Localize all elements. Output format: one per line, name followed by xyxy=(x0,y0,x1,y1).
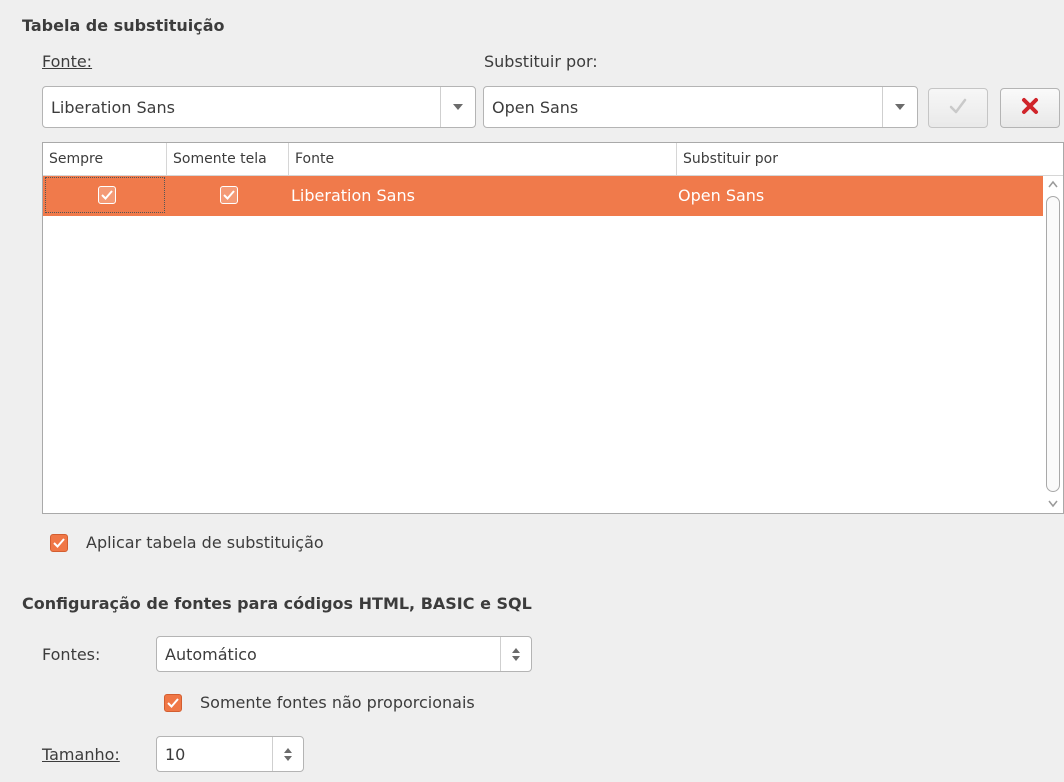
spin-arrows-icon[interactable] xyxy=(272,737,303,771)
size-spinbox-value[interactable]: 10 xyxy=(157,745,272,764)
replace-with-label-text: Substituir por: xyxy=(484,52,598,71)
replacement-table[interactable]: Sempre Somente tela Fonte Substituir por… xyxy=(42,142,1064,514)
scrollbar-thumb[interactable] xyxy=(1046,196,1060,492)
nonproportional-option[interactable]: Somente fontes não proporcionais xyxy=(164,693,475,712)
apply-table-label[interactable]: Aplicar tabela de substituição xyxy=(86,533,324,552)
table-header: Sempre Somente tela Fonte Substituir por xyxy=(43,143,1063,176)
font-label-text: Fonte: xyxy=(42,52,93,71)
table-row[interactable]: Liberation Sans Open Sans xyxy=(43,176,1043,216)
replace-with-combobox-value[interactable]: Open Sans xyxy=(484,98,882,117)
size-spinbox[interactable]: 10 xyxy=(156,736,304,772)
column-header-font[interactable]: Fonte xyxy=(289,143,677,175)
screen-only-checkbox[interactable] xyxy=(220,186,238,204)
font-cell[interactable]: Liberation Sans xyxy=(291,176,415,216)
fonts-listbox[interactable]: Automático xyxy=(156,636,532,672)
delete-button[interactable] xyxy=(1000,88,1060,128)
font-combobox-value[interactable]: Liberation Sans xyxy=(43,98,440,117)
column-header-replace-with[interactable]: Substituir por xyxy=(677,143,1064,175)
screen-only-cell[interactable] xyxy=(167,176,289,216)
column-header-always[interactable]: Sempre xyxy=(43,143,167,175)
size-label: Tamanho: xyxy=(42,745,120,764)
fonts-label: Fontes: xyxy=(42,645,101,664)
size-label-text: Tamanho: xyxy=(42,745,120,764)
replacement-section-title: Tabela de substituição xyxy=(22,16,225,35)
source-fonts-section-title: Configuração de fontes para códigos HTML… xyxy=(22,594,532,613)
red-x-icon xyxy=(1020,96,1040,120)
chevron-down-icon[interactable] xyxy=(882,87,917,127)
apply-button[interactable] xyxy=(928,88,988,128)
checkmark-icon xyxy=(948,97,968,119)
spin-arrows-icon[interactable] xyxy=(500,637,531,671)
apply-table-option[interactable]: Aplicar tabela de substituição xyxy=(50,533,324,552)
nonproportional-checkbox[interactable] xyxy=(164,693,182,712)
font-combobox[interactable]: Liberation Sans xyxy=(42,86,476,128)
always-checkbox[interactable] xyxy=(98,186,116,204)
replace-with-cell[interactable]: Open Sans xyxy=(678,176,764,216)
replace-with-combobox[interactable]: Open Sans xyxy=(483,86,918,128)
chevron-down-icon[interactable] xyxy=(440,87,475,127)
scroll-up-icon xyxy=(1048,180,1058,188)
nonproportional-label[interactable]: Somente fontes não proporcionais xyxy=(200,693,475,712)
vertical-scrollbar[interactable] xyxy=(1044,176,1062,512)
always-cell[interactable] xyxy=(45,177,165,213)
fonts-listbox-value[interactable]: Automático xyxy=(157,645,500,664)
font-label: Fonte: xyxy=(42,52,92,71)
replace-with-label: Substituir por: xyxy=(484,52,598,71)
apply-table-checkbox[interactable] xyxy=(50,533,68,552)
column-header-screen-only[interactable]: Somente tela xyxy=(167,143,289,175)
scroll-down-icon xyxy=(1048,500,1058,508)
